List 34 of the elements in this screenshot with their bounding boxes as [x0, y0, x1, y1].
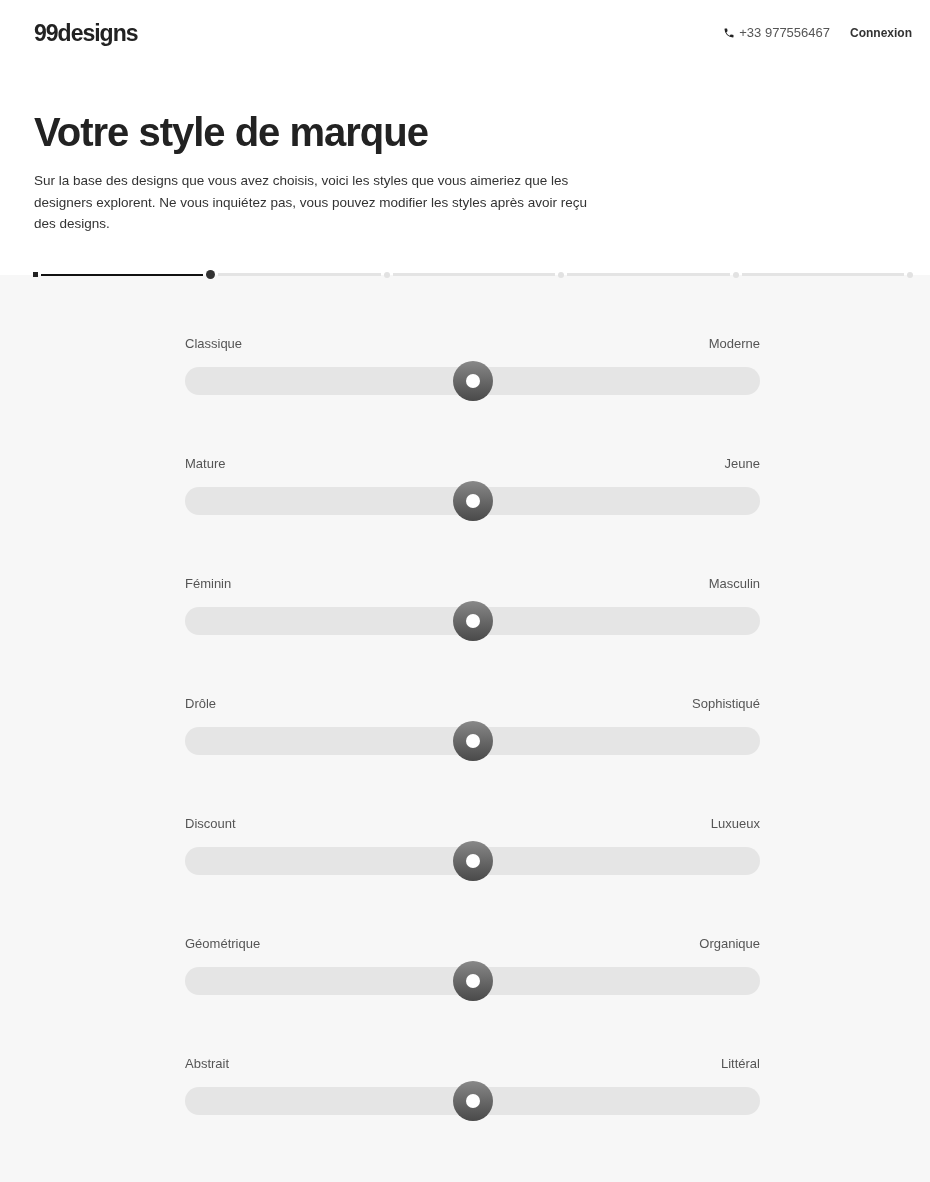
slider[interactable]	[185, 960, 760, 1001]
slider-thumb[interactable]	[452, 600, 493, 641]
logo[interactable]: 99designs	[34, 15, 138, 51]
slider-label: Moderne	[708, 334, 760, 353]
slider-label: Littéral	[720, 1054, 760, 1073]
page-title: Votre style de marque	[34, 109, 429, 156]
slider-label: Mature	[185, 454, 226, 473]
slider-label: Sophistiqué	[692, 694, 760, 713]
slider-label: Féminin	[185, 574, 232, 593]
slider[interactable]	[185, 480, 760, 521]
slider[interactable]	[185, 840, 760, 881]
phone-number[interactable]: +33 977556467	[739, 23, 830, 43]
slider[interactable]	[185, 1080, 760, 1121]
slider-thumb[interactable]	[452, 720, 493, 761]
login-link[interactable]: Connexion	[850, 24, 912, 42]
slider-label: Classique	[185, 334, 243, 353]
description: Sur la base des designs que vous avez choisis, voici les styles que vous aimeriez que les designers explorent. Ne vous inquiétez pas, vous pouvez modifier les styles après avoir reçu des designs.	[34, 172, 589, 233]
slider-thumb[interactable]	[452, 840, 493, 881]
slider-label: Géométrique	[185, 934, 261, 953]
slider[interactable]	[185, 720, 760, 761]
slider-thumb[interactable]	[452, 480, 493, 521]
slider-label: Luxueux	[710, 814, 760, 833]
slider-label: Discount	[185, 814, 236, 833]
slider-label: Masculin	[708, 574, 760, 593]
slider-thumb[interactable]	[452, 360, 493, 401]
slider-label: Abstrait	[185, 1054, 230, 1073]
slider[interactable]	[185, 600, 760, 641]
slider-label: Jeune	[724, 454, 760, 473]
phone-icon	[723, 27, 736, 39]
slider[interactable]	[185, 360, 760, 401]
slider-label: Drôle	[185, 694, 217, 713]
slider-thumb[interactable]	[452, 960, 493, 1001]
slider-thumb[interactable]	[452, 1080, 493, 1121]
slider-label: Organique	[699, 934, 760, 953]
